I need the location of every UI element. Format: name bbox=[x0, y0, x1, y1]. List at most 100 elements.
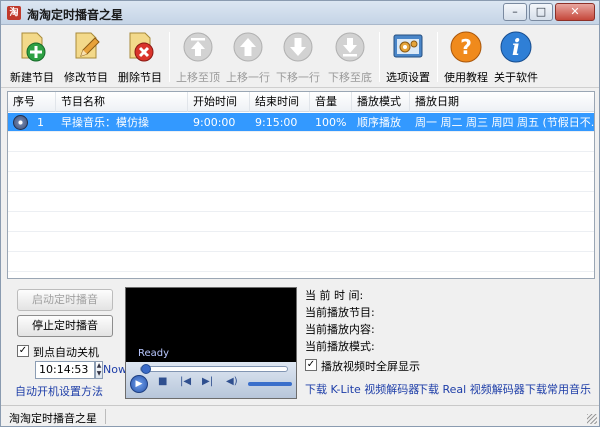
now-link[interactable]: Now bbox=[103, 363, 127, 376]
move-bottom-label: 下移至底 bbox=[328, 71, 372, 84]
resize-grip-icon[interactable] bbox=[587, 414, 597, 424]
shutdown-time-field[interactable]: 10:14:53 bbox=[35, 361, 95, 379]
delete-document-icon bbox=[129, 32, 154, 62]
status-bar: 淘淘定时播音之星 bbox=[1, 405, 599, 426]
move-bottom-icon bbox=[335, 32, 365, 62]
app-window: 淘 淘淘定时播音之星 – □ ✕ 新建节目 修改节目 删除节目 上移至顶 上移一… bbox=[0, 0, 600, 427]
svg-text:?: ? bbox=[460, 35, 472, 59]
move-up-label: 上移一行 bbox=[226, 71, 270, 84]
close-button[interactable]: ✕ bbox=[555, 3, 595, 21]
toolbar: 新建节目 修改节目 删除节目 上移至顶 上移一行 下移一行 下移至底 选项设置 … bbox=[1, 26, 599, 88]
seek-bar[interactable] bbox=[140, 364, 288, 374]
program-name: 早操音乐：模仿操 bbox=[61, 116, 149, 129]
new-program-button[interactable]: 新建节目 bbox=[7, 30, 57, 86]
end-time: 9:15:00 bbox=[255, 116, 298, 129]
media-player[interactable]: Ready ▶ ■ |◀ ▶| ◀) bbox=[125, 287, 297, 399]
column-header[interactable]: 序号 bbox=[8, 92, 56, 112]
column-header[interactable]: 开始时间 bbox=[188, 92, 250, 112]
fullscreen-checkbox[interactable]: ✓ bbox=[305, 359, 317, 371]
play-button[interactable]: ▶ bbox=[130, 375, 148, 393]
info-icon: i bbox=[500, 31, 532, 63]
window-controls: – □ ✕ bbox=[503, 3, 595, 21]
column-header[interactable]: 节目名称 bbox=[56, 92, 188, 112]
move-top-label: 上移至顶 bbox=[176, 71, 220, 84]
window-title: 淘淘定时播音之星 bbox=[27, 8, 124, 22]
options-label: 选项设置 bbox=[386, 71, 430, 84]
control-panel: 启动定时播音 停止定时播音 ✓ 到点自动关机 10:14:53 ▲ ▼ Now 自… bbox=[1, 281, 599, 403]
status-text: 淘淘定时播音之星 bbox=[9, 412, 97, 425]
play-mode: 顺序播放 bbox=[357, 116, 401, 129]
music-download-link[interactable]: 下载常用音乐 bbox=[525, 381, 591, 397]
new-program-label: 新建节目 bbox=[10, 71, 54, 84]
edit-program-label: 修改节目 bbox=[64, 71, 108, 84]
help-question-icon: ? bbox=[450, 31, 482, 63]
about-label: 关于软件 bbox=[494, 71, 538, 84]
move-down-button[interactable]: 下移一行 bbox=[273, 30, 323, 86]
time-spinner[interactable]: ▲ ▼ bbox=[95, 361, 103, 379]
current-content-label: 当前播放内容: bbox=[305, 323, 375, 336]
volume-value: 100% bbox=[315, 116, 347, 129]
status-divider bbox=[105, 409, 106, 424]
player-status: Ready bbox=[138, 348, 170, 359]
autostart-help-link[interactable]: 自动开机设置方法 bbox=[15, 383, 103, 399]
delete-program-label: 删除节目 bbox=[118, 71, 162, 84]
auto-shutdown-label: 到点自动关机 bbox=[33, 346, 99, 359]
table-row bbox=[8, 133, 594, 152]
player-controls: ▶ ■ |◀ ▶| ◀) bbox=[126, 362, 296, 398]
new-document-icon bbox=[21, 32, 46, 62]
volume-slider[interactable] bbox=[248, 382, 292, 386]
tutorial-label: 使用教程 bbox=[444, 71, 488, 84]
app-logo-icon: 淘 bbox=[7, 6, 21, 20]
table-row bbox=[8, 213, 594, 232]
start-schedule-button[interactable]: 启动定时播音 bbox=[17, 289, 113, 311]
svg-text:i: i bbox=[512, 35, 520, 61]
real-download-link[interactable]: 下载 Real 视频解码器 bbox=[417, 381, 525, 397]
current-time-label: 当 前 时 间: bbox=[305, 289, 364, 302]
volume-icon[interactable]: ◀) bbox=[226, 376, 238, 387]
about-button[interactable]: i 关于软件 bbox=[491, 30, 541, 86]
table-row bbox=[8, 173, 594, 192]
klite-download-link[interactable]: 下载 K-Lite 视频解码器 bbox=[305, 381, 419, 397]
row-index: 1 bbox=[37, 116, 44, 129]
arrow-up-icon bbox=[233, 32, 263, 62]
previous-button[interactable]: |◀ bbox=[180, 376, 191, 387]
table-row bbox=[8, 193, 594, 212]
move-down-label: 下移一行 bbox=[276, 71, 320, 84]
auto-shutdown-checkbox[interactable]: ✓ bbox=[17, 345, 29, 357]
column-header[interactable]: 音量 bbox=[310, 92, 352, 112]
edit-program-button[interactable]: 修改节目 bbox=[61, 30, 111, 86]
program-table[interactable]: 序号 节目名称 开始时间 结束时间 音量 播放模式 播放日期 1 早操音乐：模仿… bbox=[7, 91, 595, 279]
stop-schedule-button[interactable]: 停止定时播音 bbox=[17, 315, 113, 337]
tutorial-button[interactable]: ? 使用教程 bbox=[441, 30, 491, 86]
start-time: 9:00:00 bbox=[193, 116, 236, 129]
next-button[interactable]: ▶| bbox=[202, 376, 213, 387]
fullscreen-label: 播放视频时全屏显示 bbox=[321, 360, 420, 373]
move-up-button[interactable]: 上移一行 bbox=[223, 30, 273, 86]
seek-knob[interactable] bbox=[141, 364, 151, 374]
column-header[interactable]: 播放模式 bbox=[352, 92, 410, 112]
stop-button[interactable]: ■ bbox=[158, 376, 167, 387]
maximize-button[interactable]: □ bbox=[529, 3, 553, 21]
table-row[interactable]: 1 早操音乐：模仿操 9:00:00 9:15:00 100% 顺序播放 周一 … bbox=[8, 113, 594, 132]
move-top-icon bbox=[183, 32, 213, 62]
toolbar-separator bbox=[437, 32, 438, 82]
move-top-button[interactable]: 上移至顶 bbox=[173, 30, 223, 86]
column-header[interactable]: 结束时间 bbox=[250, 92, 310, 112]
clock-icon bbox=[13, 115, 28, 130]
column-header[interactable]: 播放日期 bbox=[410, 92, 594, 112]
table-row bbox=[8, 233, 594, 252]
play-dates: 周一 周二 周三 周四 周五 (节假日不... bbox=[415, 116, 594, 129]
options-button[interactable]: 选项设置 bbox=[383, 30, 433, 86]
current-mode-label: 当前播放模式: bbox=[305, 340, 375, 353]
settings-icon bbox=[393, 34, 423, 58]
title-bar[interactable]: 淘 淘淘定时播音之星 – □ ✕ bbox=[1, 1, 599, 25]
move-bottom-button[interactable]: 下移至底 bbox=[325, 30, 375, 86]
toolbar-separator bbox=[169, 32, 170, 82]
table-row bbox=[8, 153, 594, 172]
table-header: 序号 节目名称 开始时间 结束时间 音量 播放模式 播放日期 bbox=[8, 92, 594, 112]
current-program-label: 当前播放节目: bbox=[305, 306, 375, 319]
edit-document-icon bbox=[75, 32, 100, 59]
delete-program-button[interactable]: 删除节目 bbox=[115, 30, 165, 86]
minimize-button[interactable]: – bbox=[503, 3, 527, 21]
arrow-down-icon bbox=[283, 32, 313, 62]
